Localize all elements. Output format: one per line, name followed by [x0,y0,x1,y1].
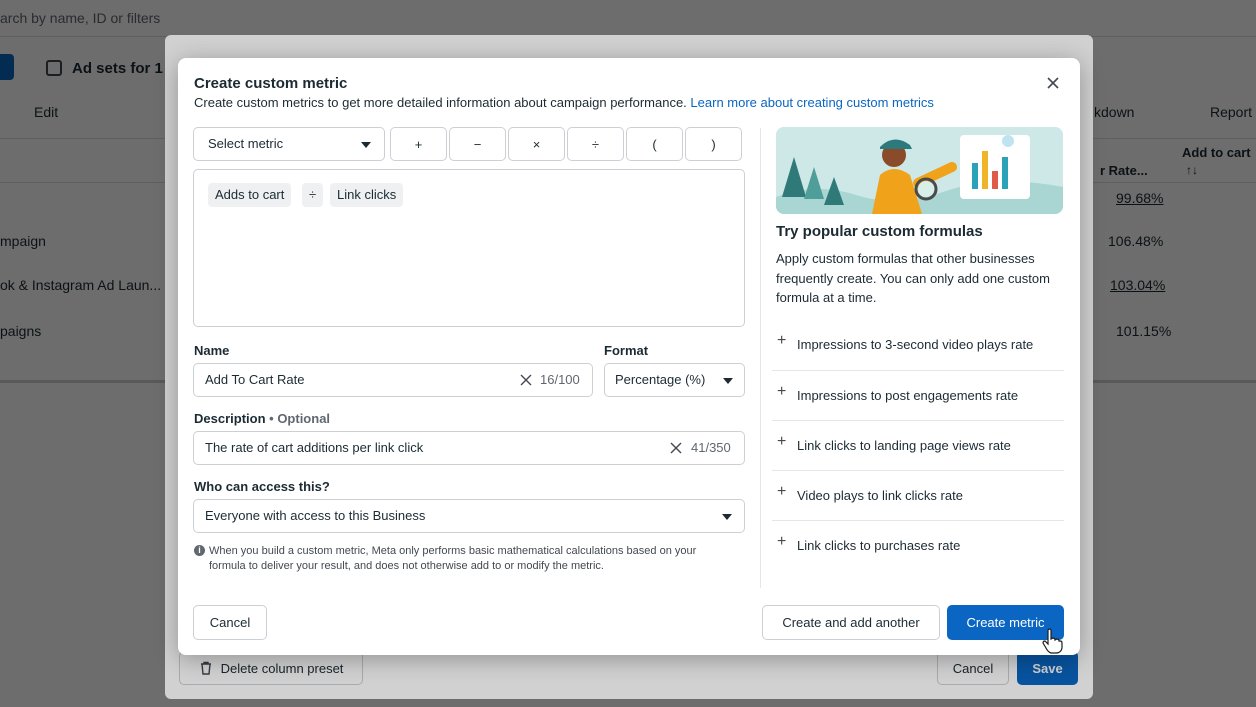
popular-formula-item[interactable]: + Impressions to 3-second video plays ra… [772,320,1064,369]
operator-multiply-button[interactable]: × [508,127,565,161]
popular-formula-item[interactable]: + Video plays to link clicks rate [772,470,1064,520]
operator-open-paren-button[interactable]: ( [626,127,683,161]
operator-divide-button[interactable]: ÷ [567,127,624,161]
plus-icon: + [777,383,787,400]
info-icon: i [194,545,205,556]
description-label: Description • Optional [194,411,330,426]
plus-icon: + [777,533,787,550]
cancel-button[interactable]: Cancel [193,605,267,640]
formula-token[interactable]: Link clicks [330,183,404,207]
popular-formula-label: Impressions to post engagements rate [797,388,1019,403]
access-dropdown[interactable]: Everyone with access to this Business [193,499,745,533]
name-char-count: 16/100 [540,372,580,387]
close-icon[interactable] [1044,74,1062,92]
clear-icon[interactable] [520,374,532,386]
plus-icon: + [777,483,787,500]
hand-cursor-icon [1042,628,1063,654]
dialog-subtitle: Create custom metrics to get more detail… [194,95,934,110]
name-field[interactable]: Add To Cart Rate 16/100 [193,363,593,397]
popular-formula-label: Link clicks to landing page views rate [797,438,1011,453]
info-note-text: When you build a custom metric, Meta onl… [209,545,697,572]
plus-icon: + [777,433,787,450]
column-divider [760,128,761,588]
select-metric-dropdown[interactable]: Select metric [193,127,385,161]
create-and-add-another-button[interactable]: Create and add another [762,605,940,640]
formula-editor[interactable]: Adds to cart ÷ Link clicks [193,169,745,327]
access-value: Everyone with access to this Business [205,508,426,523]
name-label: Name [194,343,230,358]
chevron-down-icon [361,142,371,148]
popular-formula-label: Impressions to 3-second video plays rate [797,337,1034,352]
description-value: The rate of cart additions per link clic… [205,440,424,455]
format-value: Percentage (%) [615,372,706,387]
operator-plus-button[interactable]: + [390,127,447,161]
operator-close-paren-button[interactable]: ) [685,127,742,161]
formulas-illustration [776,127,1063,214]
select-metric-label: Select metric [208,136,284,151]
popular-formula-label: Link clicks to purchases rate [797,538,961,553]
format-label: Format [604,343,649,358]
popular-formula-item[interactable]: + Impressions to post engagements rate [772,370,1064,420]
format-dropdown[interactable]: Percentage (%) [604,363,745,397]
operator-minus-button[interactable]: − [449,127,506,161]
description-label-text: Description [194,411,266,426]
chevron-down-icon [723,378,733,384]
create-custom-metric-dialog: Create custom metric Create custom metri… [178,58,1080,655]
popular-formulas-description: Apply custom formulas that other busines… [776,251,1050,305]
formula-token[interactable]: Adds to cart [208,183,292,207]
dialog-subtitle-text: Create custom metrics to get more detail… [194,95,687,110]
plus-icon: + [777,332,787,349]
popular-formulas-title: Try popular custom formulas [776,223,983,240]
dialog-title: Create custom metric [194,75,348,92]
description-field[interactable]: The rate of cart additions per link clic… [193,431,745,465]
access-label: Who can access this? [194,479,330,494]
analyst-illustration [776,127,1063,214]
optional-tag: Optional [277,411,331,426]
popular-formula-item[interactable]: + Link clicks to purchases rate [772,520,1064,570]
chevron-down-icon [722,514,732,520]
formula-operator-token[interactable]: ÷ [302,183,324,207]
learn-more-link[interactable]: Learn more about creating custom metrics [690,95,934,110]
popular-formula-item[interactable]: + Link clicks to landing page views rate [772,420,1064,470]
popular-formula-label: Video plays to link clicks rate [797,488,963,503]
name-value: Add To Cart Rate [205,372,305,387]
clear-icon[interactable] [670,442,682,454]
description-char-count: 41/350 [691,440,731,455]
